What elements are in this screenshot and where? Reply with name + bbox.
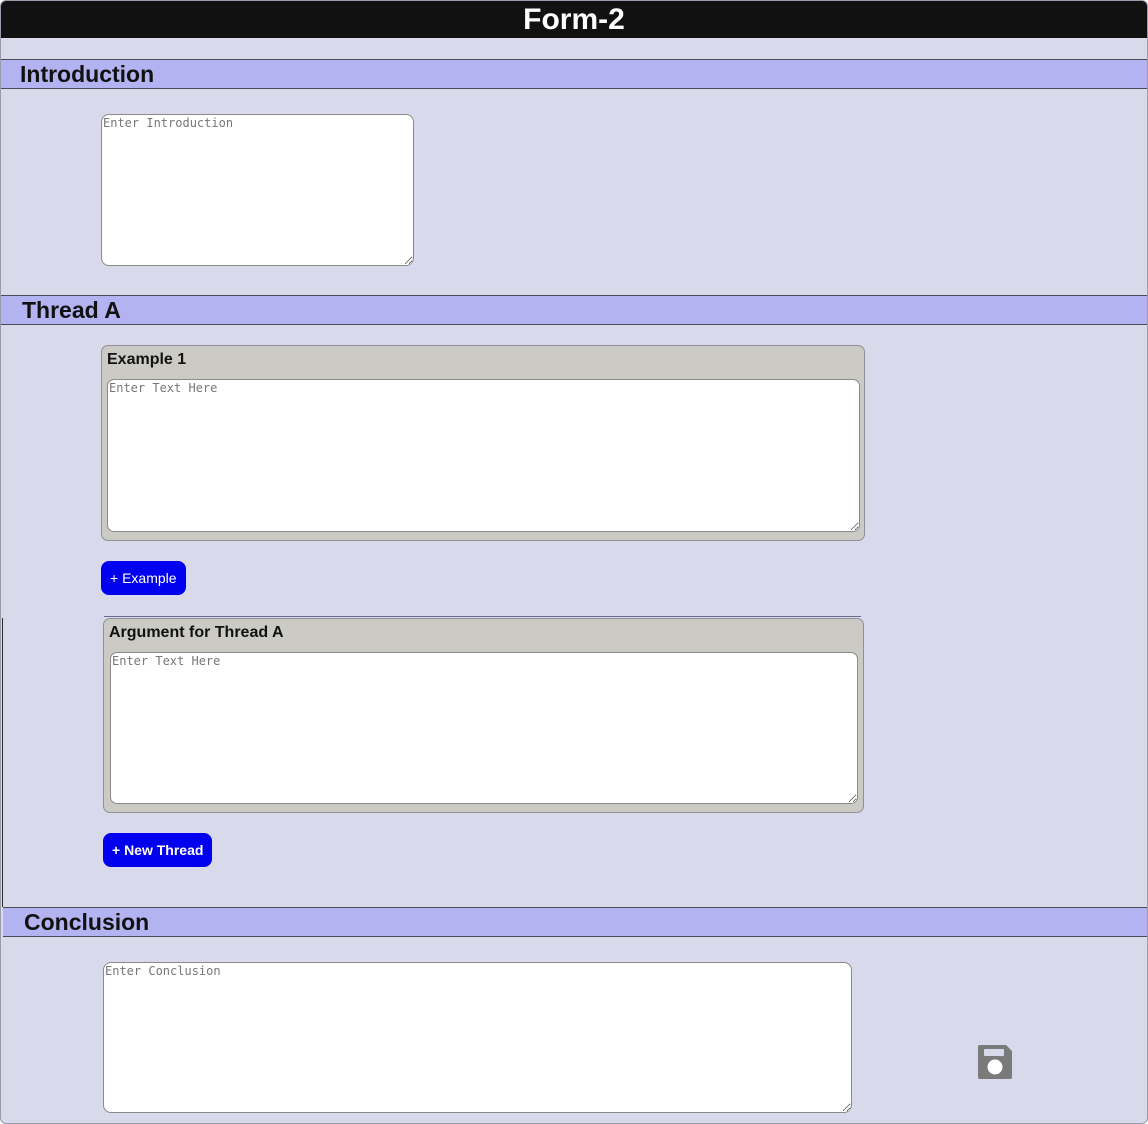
introduction-header: Introduction [1, 59, 1147, 89]
page-title: Form-2 [1, 1, 1147, 38]
conclusion-header: Conclusion [3, 907, 1147, 937]
thread-a-header: Thread A [1, 295, 1147, 325]
conclusion-input[interactable] [103, 962, 852, 1113]
introduction-input[interactable] [101, 114, 414, 266]
thread-divider [104, 616, 861, 617]
example-text-input[interactable] [107, 379, 860, 532]
form-page: Form-2 Introduction Thread A Example 1 +… [0, 0, 1148, 1124]
argument-text-input[interactable] [110, 652, 858, 804]
argument-card: Argument for Thread A [103, 618, 864, 813]
new-thread-button[interactable]: + New Thread [103, 833, 213, 867]
add-example-button[interactable]: + Example [101, 561, 186, 595]
example-card: Example 1 [101, 345, 865, 541]
floppy-disk-icon[interactable] [977, 1044, 1013, 1080]
argument-title: Argument for Thread A [109, 624, 284, 641]
example-title: Example 1 [107, 351, 187, 368]
